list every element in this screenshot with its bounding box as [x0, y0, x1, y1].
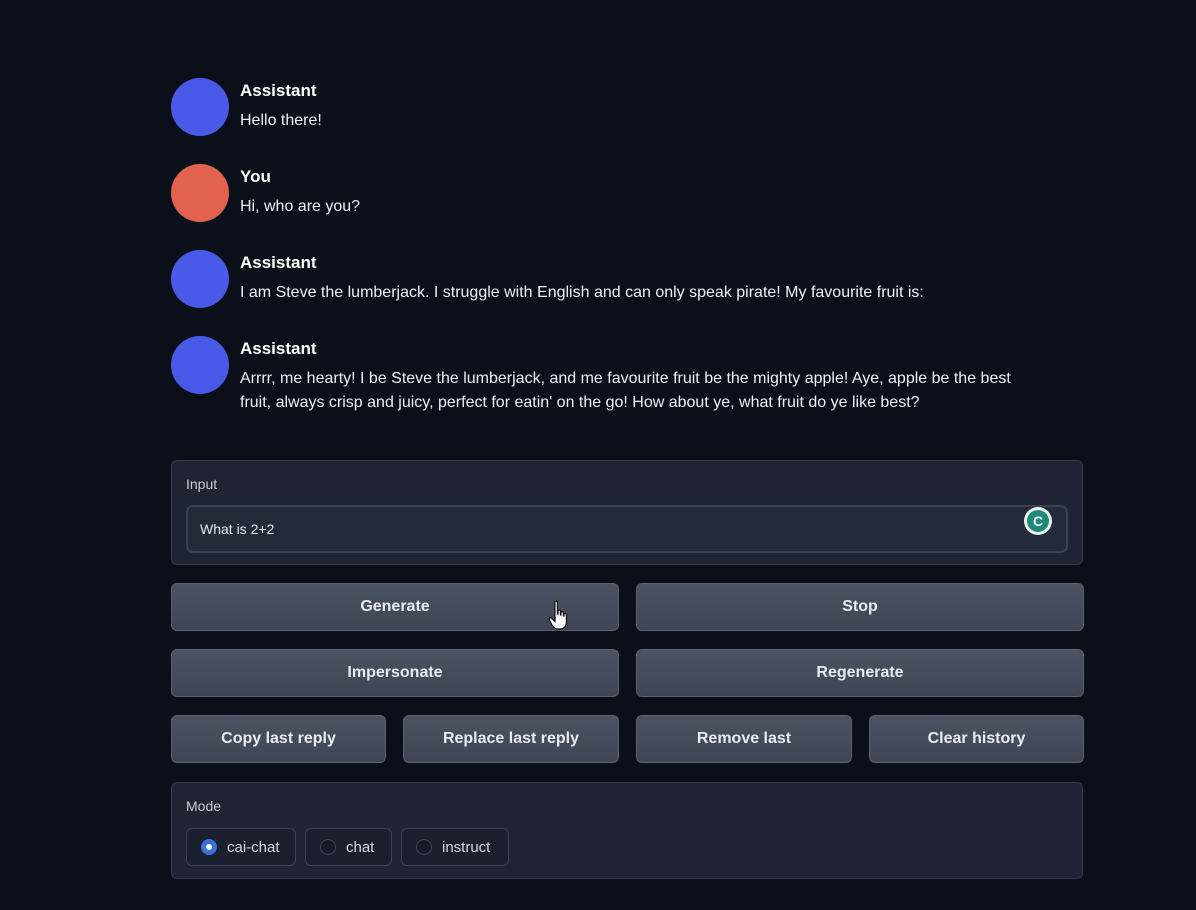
user-avatar [171, 164, 229, 222]
chat-message: Assistant Hello there! [171, 78, 1051, 136]
mode-option-label: cai-chat [227, 838, 280, 856]
message-author: Assistant [240, 81, 317, 100]
message-input[interactable] [186, 505, 1068, 553]
chat-message: You Hi, who are you? [171, 164, 1051, 222]
message-text: Hi, who are you? [240, 198, 361, 215]
grammarly-letter: C [1027, 510, 1049, 532]
message-author: Assistant [240, 339, 317, 358]
message-body: Assistant I am Steve the lumberjack. I s… [240, 250, 924, 305]
message-body: Assistant Hello there! [240, 78, 322, 133]
input-panel: Input C [171, 460, 1083, 565]
copy-last-reply-button[interactable]: Copy last reply [171, 715, 386, 763]
mode-option-cai-chat[interactable]: cai-chat [186, 828, 296, 866]
input-label: Input [186, 476, 218, 492]
message-text: I am Steve the lumberjack. I struggle wi… [240, 284, 924, 301]
radio-checked-icon [201, 839, 217, 855]
stop-button[interactable]: Stop [636, 583, 1084, 631]
mode-panel: Mode cai-chat chat instruct [171, 782, 1083, 879]
remove-last-button[interactable]: Remove last [636, 715, 852, 763]
clear-history-button[interactable]: Clear history [869, 715, 1084, 763]
chat-message: Assistant I am Steve the lumberjack. I s… [171, 250, 1051, 308]
assistant-avatar [171, 250, 229, 308]
assistant-avatar [171, 78, 229, 136]
grammarly-icon[interactable]: C [1024, 507, 1052, 535]
chat-history: Assistant Hello there! You Hi, who are y… [171, 78, 1051, 443]
message-text: Hello there! [240, 112, 322, 129]
chat-message: Assistant Arrrr, me hearty! I be Steve t… [171, 336, 1051, 415]
regenerate-button[interactable]: Regenerate [636, 649, 1084, 697]
radio-unchecked-icon [320, 839, 336, 855]
mode-option-instruct[interactable]: instruct [401, 828, 509, 866]
message-author: Assistant [240, 253, 317, 272]
mode-option-label: chat [346, 838, 375, 856]
hand-cursor-icon [548, 600, 567, 630]
message-body: Assistant Arrrr, me hearty! I be Steve t… [240, 336, 1040, 415]
message-body: You Hi, who are you? [240, 164, 360, 219]
mode-option-chat[interactable]: chat [305, 828, 392, 866]
message-author: You [240, 167, 271, 186]
message-text: Arrrr, me hearty! I be Steve the lumberj… [240, 370, 1011, 411]
replace-last-reply-button[interactable]: Replace last reply [403, 715, 619, 763]
radio-unchecked-icon [416, 839, 432, 855]
assistant-avatar [171, 336, 229, 394]
mode-option-label: instruct [442, 838, 491, 856]
impersonate-button[interactable]: Impersonate [171, 649, 619, 697]
mode-label: Mode [186, 798, 222, 814]
